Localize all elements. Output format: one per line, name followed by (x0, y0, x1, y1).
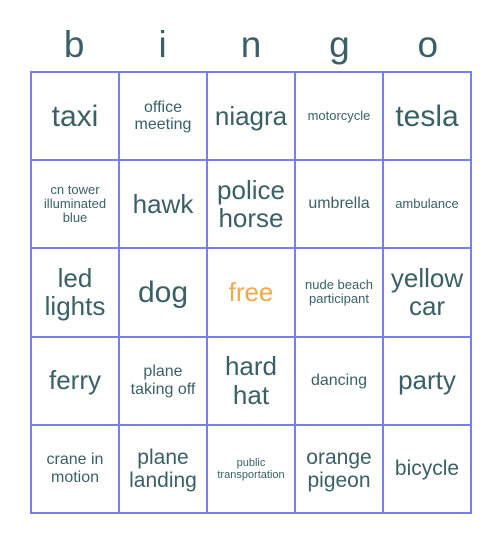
bingo-cell[interactable]: niagra (208, 73, 296, 162)
bingo-cell[interactable]: hawk (120, 161, 208, 250)
bingo-cell-label: orange pigeon (306, 445, 372, 492)
bingo-cell[interactable]: hard hat (208, 337, 296, 426)
bingo-cell[interactable]: led lights (32, 249, 120, 338)
bingo-cell-label: ambulance (395, 196, 459, 212)
bingo-cell[interactable]: dog (120, 249, 208, 338)
bingo-cell-label: public transportation (217, 456, 285, 481)
bingo-cell[interactable]: plane landing (120, 425, 208, 514)
header-letter-o: o (417, 24, 439, 65)
bingo-cell-label: umbrella (308, 195, 370, 213)
bingo-cell[interactable]: umbrella (296, 161, 384, 250)
bingo-cell-label: hawk (132, 188, 194, 219)
bingo-cell-label: taxi (51, 99, 99, 133)
bingo-cell[interactable]: dancing (296, 337, 384, 426)
bingo-free-space[interactable]: free (208, 249, 296, 338)
bingo-cell[interactable]: nude beach participant (296, 249, 384, 338)
bingo-cell-label: led lights (44, 262, 106, 322)
bingo-grid: taxi office meeting niagra motorcycle tesla c… (30, 71, 472, 514)
bingo-cell[interactable]: public transportation (208, 425, 296, 514)
bingo-cell-label: free (228, 277, 274, 308)
bingo-cell-label: plane landing (129, 445, 197, 492)
bingo-cell-label: bicycle (394, 457, 460, 481)
bingo-card: b i n g o taxi office meeting niagra motorc… (0, 0, 501, 544)
bingo-cell-label: cn tower illuminated blue (43, 181, 107, 226)
bingo-cell[interactable]: tesla (384, 73, 472, 162)
bingo-cell[interactable]: orange pigeon (296, 425, 384, 514)
bingo-cell-label: party (398, 365, 456, 396)
bingo-cell[interactable]: crane in motion (32, 425, 120, 514)
bingo-cell[interactable]: taxi (32, 73, 120, 162)
bingo-cell-label: motorcycle (307, 107, 371, 123)
bingo-cell[interactable]: office meeting (120, 73, 208, 162)
bingo-cell-label: dancing (310, 371, 368, 389)
bingo-header-row: b i n g o (30, 18, 472, 71)
bingo-cell-label: ferry (49, 365, 101, 396)
bingo-cell[interactable]: ferry (32, 337, 120, 426)
bingo-cell-label: office meeting (134, 98, 192, 134)
bingo-cell-label: nude beach participant (305, 277, 373, 307)
header-letter-i: i (158, 24, 167, 65)
bingo-cell-label: plane taking off (130, 363, 196, 398)
bingo-cell[interactable]: party (384, 337, 472, 426)
bingo-cell-label: hard hat (224, 351, 278, 410)
bingo-cell[interactable]: plane taking off (120, 337, 208, 426)
header-letter-b: b (63, 24, 85, 65)
header-letter-g: g (329, 24, 350, 65)
bingo-cell[interactable]: bicycle (384, 425, 472, 514)
bingo-cell[interactable]: yellow car (384, 249, 472, 338)
header-letter-n: n (240, 24, 262, 65)
bingo-cell[interactable]: ambulance (384, 161, 472, 250)
bingo-cell-label: crane in motion (46, 451, 104, 486)
bingo-cell-label: yellow car (390, 262, 464, 322)
bingo-cell[interactable]: police horse (208, 161, 296, 250)
bingo-cell[interactable]: cn tower illuminated blue (32, 161, 120, 250)
bingo-cell-label: tesla (395, 99, 459, 133)
bingo-cell-label: police horse (217, 174, 285, 234)
bingo-cell[interactable]: motorcycle (296, 73, 384, 162)
bingo-cell-label: niagra (214, 100, 288, 131)
bingo-cell-label: dog (137, 275, 189, 309)
